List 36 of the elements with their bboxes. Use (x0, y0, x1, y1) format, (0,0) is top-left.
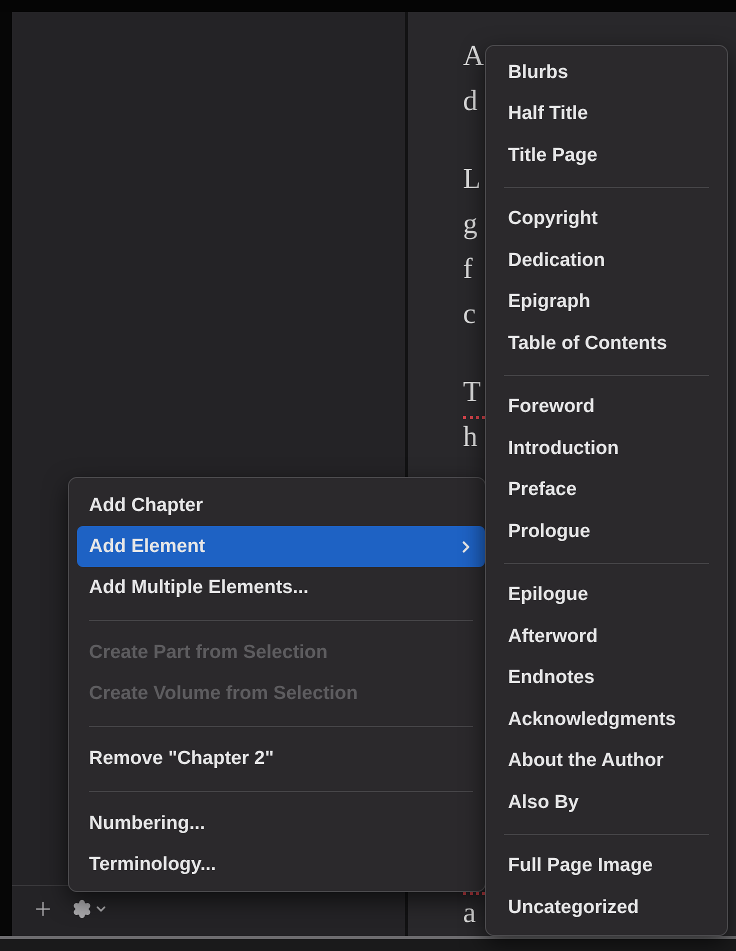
menu-item[interactable]: Terminology... (77, 844, 485, 885)
body-text: L (463, 165, 481, 194)
body-text: d (463, 87, 478, 116)
menu-item[interactable]: Also By (492, 782, 721, 824)
menu-item[interactable]: Endnotes (492, 658, 721, 699)
menu-item[interactable]: Epilogue (492, 574, 721, 616)
body-text: c (463, 300, 476, 329)
menu-item[interactable]: Numbering... (77, 803, 485, 844)
menu-item[interactable]: Title Page (492, 135, 721, 176)
body-text: T (463, 378, 481, 407)
body-text: g (463, 210, 478, 239)
menu-item[interactable]: Foreword (492, 386, 721, 428)
menu-item[interactable]: Epigraph (492, 282, 721, 323)
menu-item[interactable]: Dedication (492, 240, 721, 282)
menu-item[interactable]: Full Page Image (492, 846, 721, 887)
menu-item[interactable]: About the Author (492, 740, 721, 782)
menu-item[interactable]: Uncategorized (492, 887, 721, 928)
menu-item[interactable]: Add Multiple Elements... (77, 567, 485, 608)
gear-icon (72, 899, 92, 919)
menu-item[interactable]: Introduction (492, 428, 721, 470)
menu-item[interactable]: Add Element (77, 526, 485, 567)
menu-item[interactable]: Half Title (492, 94, 721, 135)
body-text: f (463, 255, 473, 284)
body-text: A (463, 42, 484, 71)
menu-item[interactable]: Afterword (492, 616, 721, 658)
menu-item[interactable]: Remove "Chapter 2" (77, 738, 485, 779)
menu-item[interactable]: Add Chapter (77, 485, 485, 526)
body-text: h (463, 423, 478, 452)
menu-item[interactable]: Blurbs (492, 52, 721, 94)
menu-item[interactable]: Prologue (492, 511, 721, 552)
menu-item[interactable]: Preface (492, 470, 721, 511)
body-text: a (463, 899, 476, 928)
menu-item[interactable]: Table of Contents (492, 323, 721, 364)
settings-menu-button[interactable] (72, 899, 108, 919)
menu-item[interactable]: Acknowledgments (492, 699, 721, 740)
menu-item[interactable]: Copyright (492, 198, 721, 240)
